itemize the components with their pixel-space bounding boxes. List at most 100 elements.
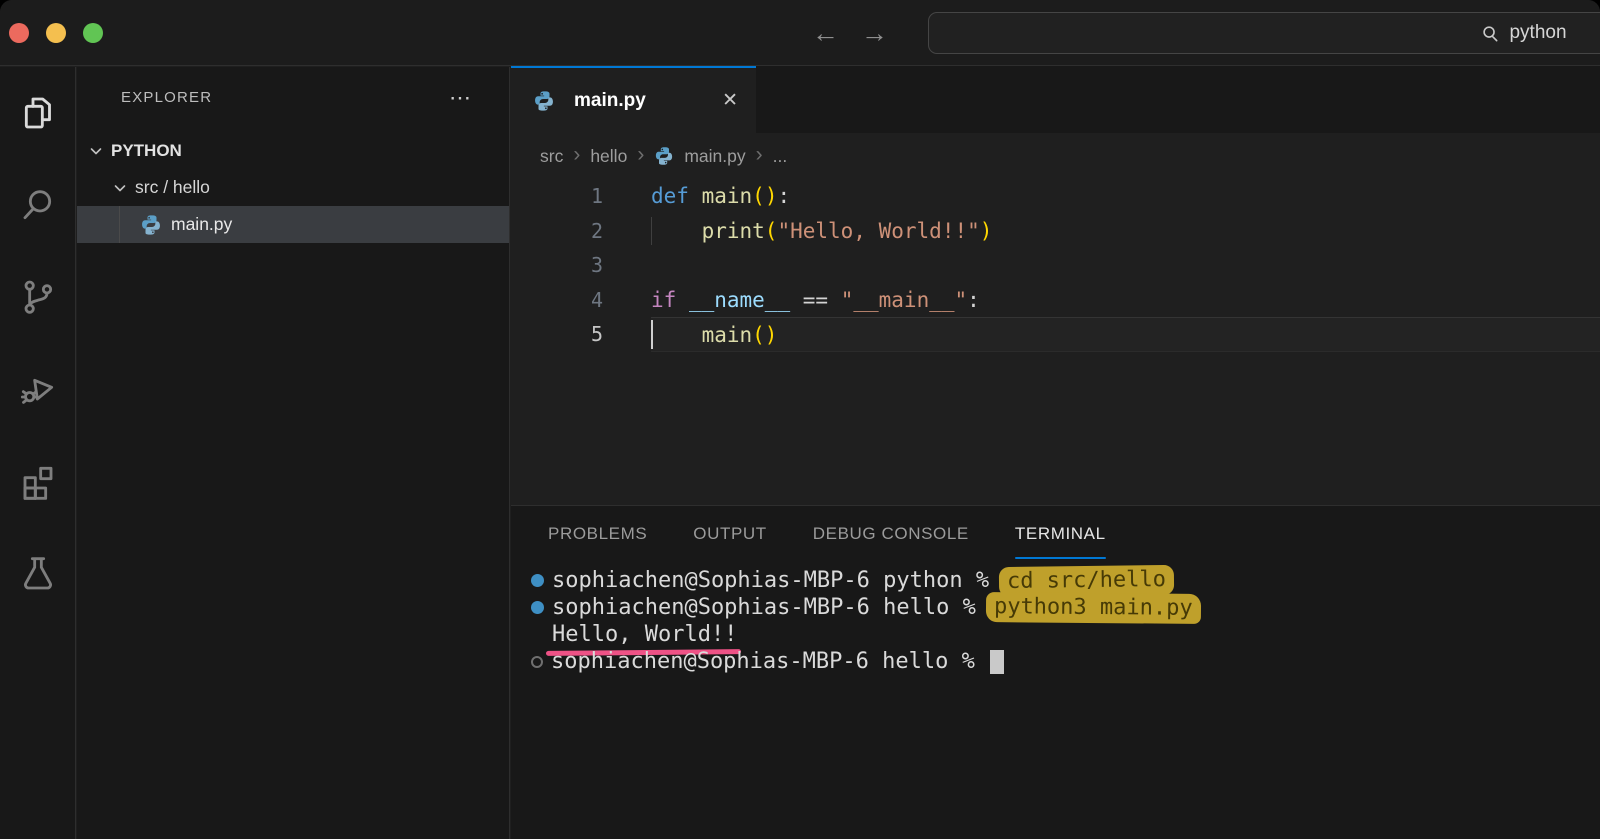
traffic-lights <box>9 23 103 43</box>
folder-name: src / hello <box>135 177 210 198</box>
code-token: if <box>651 288 676 312</box>
search-query-text: python <box>1509 22 1566 44</box>
breadcrumb: src › hello › main.py › ... <box>511 133 1600 179</box>
forward-arrow-button[interactable]: → <box>861 20 888 47</box>
code-token: "Hello, World!!" <box>777 219 979 243</box>
tree-indent-guide <box>119 206 120 243</box>
tab-problems[interactable]: PROBLEMS <box>548 506 647 562</box>
tab-terminal[interactable]: TERMINAL <box>1015 506 1106 562</box>
explorer-header: EXPLORER ⋯ <box>77 67 509 106</box>
code-token <box>790 288 803 312</box>
extensions-icon[interactable] <box>16 459 60 503</box>
code-token: () <box>752 323 777 347</box>
code-line-3[interactable]: 3 <box>511 248 1600 283</box>
code-content: def main(): <box>651 179 1600 214</box>
chevron-right-icon: › <box>573 144 580 168</box>
breadcrumb-item[interactable]: hello <box>590 146 627 167</box>
activity-bar <box>0 67 76 839</box>
tab-main-py[interactable]: main.py ✕ <box>511 66 756 133</box>
code-line-4[interactable]: 4if __name__ == "__main__": <box>511 283 1600 318</box>
code-token <box>676 288 689 312</box>
command-success-dot-icon <box>531 574 544 587</box>
underlined-output: Hello, World!! <box>552 621 737 648</box>
code-token <box>828 288 841 312</box>
code-token: : <box>777 184 790 208</box>
panel-tabs: PROBLEMS OUTPUT DEBUG CONSOLE TERMINAL <box>511 506 1600 562</box>
code-content <box>651 248 1600 283</box>
terminal-output[interactable]: sophiachen@Sophias-MBP-6 python % cd src… <box>511 562 1600 675</box>
code-token: def <box>651 184 689 208</box>
command-center-search[interactable]: python <box>928 12 1600 54</box>
code-token: print <box>702 219 765 243</box>
python-file-icon <box>140 214 162 236</box>
terminal-line: sophiachen@Sophias-MBP-6 python % cd src… <box>511 567 1600 594</box>
line-number: 1 <box>511 179 651 214</box>
code-content: if __name__ == "__main__": <box>651 283 1600 318</box>
terminal-text: sophiachen@Sophias-MBP-6 hello % <box>551 648 1004 675</box>
zoom-window-button[interactable] <box>83 23 103 43</box>
vscode-window: ← → python <box>0 0 1600 839</box>
python-file-icon <box>654 146 674 166</box>
code-token: main <box>702 323 753 347</box>
breadcrumb-item[interactable]: main.py <box>684 146 745 167</box>
bottom-panel: PROBLEMS OUTPUT DEBUG CONSOLE TERMINAL s… <box>511 505 1600 839</box>
terminal-text: sophiachen@Sophias-MBP-6 hello % python3… <box>552 593 1198 623</box>
code-token: () <box>752 184 777 208</box>
editor-pane: src › hello › main.py › ... 1def main():… <box>511 133 1600 505</box>
terminal-segment: sophiachen@Sophias-MBP-6 hello % <box>551 649 988 674</box>
code-token <box>651 323 702 347</box>
code-token: == <box>803 288 828 312</box>
tab-output[interactable]: OUTPUT <box>693 506 766 562</box>
chevron-down-icon <box>88 143 104 159</box>
code-line-1[interactable]: 1def main(): <box>511 179 1600 214</box>
tree-item-file-selected[interactable]: main.py <box>77 206 509 243</box>
minimize-window-button[interactable] <box>46 23 66 43</box>
code-line-5[interactable]: 5 main() <box>511 317 1600 352</box>
code-line-2[interactable]: 2 print("Hello, World!!") <box>511 214 1600 249</box>
run-and-debug-icon[interactable] <box>16 367 60 411</box>
chevron-down-icon <box>112 180 128 196</box>
more-actions-icon[interactable]: ⋯ <box>449 93 473 103</box>
line-number: 5 <box>511 317 651 352</box>
close-tab-icon[interactable]: ✕ <box>722 89 738 112</box>
back-arrow-button[interactable]: ← <box>812 20 839 47</box>
code-content: main() <box>651 317 1600 352</box>
search-icon <box>1481 24 1500 43</box>
editor-tab-strip: main.py ✕ <box>511 66 1600 133</box>
line-number: 4 <box>511 283 651 318</box>
command-pending-circle-icon <box>531 656 543 668</box>
code-token: main <box>702 184 753 208</box>
code-token <box>651 219 702 243</box>
python-file-icon <box>533 90 555 112</box>
tree-item-folder[interactable]: src / hello <box>77 169 509 206</box>
code-token: __name__ <box>689 288 790 312</box>
breadcrumb-item[interactable]: src <box>540 146 563 167</box>
code-token: : <box>967 288 980 312</box>
title-bar: ← → python <box>0 0 1600 66</box>
chevron-right-icon: › <box>756 144 763 168</box>
terminal-segment: sophiachen@Sophias-MBP-6 python % <box>552 568 1002 593</box>
explorer-icon[interactable] <box>16 91 60 135</box>
terminal-segment: sophiachen@Sophias-MBP-6 hello % <box>552 595 989 620</box>
tree-item-project[interactable]: PYTHON <box>77 132 509 169</box>
terminal-line: sophiachen@Sophias-MBP-6 hello % python3… <box>511 594 1600 621</box>
explorer-title: EXPLORER <box>121 89 212 106</box>
tab-debug-console[interactable]: DEBUG CONSOLE <box>813 506 969 562</box>
line-number: 2 <box>511 214 651 249</box>
source-control-icon[interactable] <box>16 275 60 319</box>
testing-icon[interactable] <box>16 551 60 595</box>
terminal-text: Hello, World!! <box>552 621 737 648</box>
file-name: main.py <box>171 214 232 235</box>
terminal-cursor <box>990 650 1004 674</box>
chevron-right-icon: › <box>637 144 644 168</box>
close-window-button[interactable] <box>9 23 29 43</box>
line-number: 3 <box>511 248 651 283</box>
code-token: ) <box>980 219 993 243</box>
code-token: ( <box>765 219 778 243</box>
search-view-icon[interactable] <box>16 183 60 227</box>
explorer-sidebar: EXPLORER ⋯ PYTHON src / hello main.py <box>77 67 510 839</box>
tab-label: main.py <box>574 90 646 112</box>
breadcrumb-item[interactable]: ... <box>773 146 788 167</box>
code-lines[interactable]: 1def main():2 print("Hello, World!!")34i… <box>511 179 1600 352</box>
terminal-line: Hello, World!! <box>511 621 1600 648</box>
